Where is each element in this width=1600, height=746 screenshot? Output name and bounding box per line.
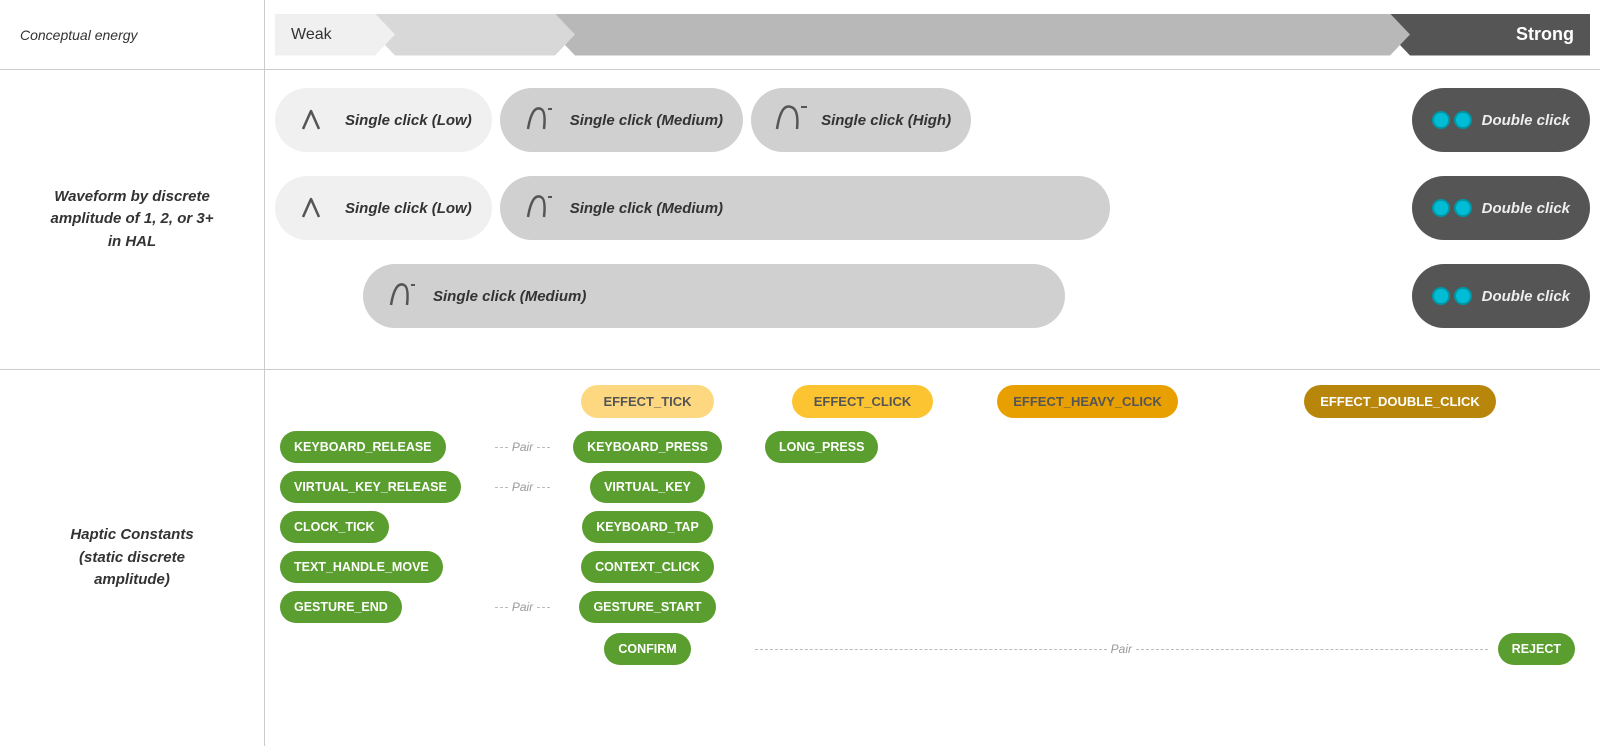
haptic-section: EFFECT_TICK EFFECT_CLICK EFFECT_HEAVY_CL… <box>265 370 1600 746</box>
virtual-key-btn[interactable]: VIRTUAL_KEY <box>590 471 705 503</box>
conceptual-energy-label: Conceptual energy <box>0 0 264 70</box>
single-click-low-pill-r1: Single click (Low) <box>275 88 492 152</box>
arrow-mid1 <box>375 14 575 56</box>
waveform-row-2: Single click (Low) Single click (Medium) <box>275 168 1590 248</box>
pair-label-1: Pair <box>512 440 533 454</box>
low-wave-icon-r2 <box>295 187 337 229</box>
effect-double-click-badge: EFFECT_DOUBLE_CLICK <box>1304 385 1496 418</box>
single-click-high-label: Single click (High) <box>821 112 951 129</box>
double-click-pill-r2: Double click <box>1412 176 1590 240</box>
arrow-bar-row: Weak Strong <box>265 0 1600 70</box>
keyboard-press-btn[interactable]: KEYBOARD_PRESS <box>573 431 722 463</box>
arrow-strong: Strong <box>1390 14 1590 56</box>
gesture-start-btn[interactable]: GESTURE_START <box>579 591 715 623</box>
single-click-medium-pill-r3: Single click (Medium) <box>363 264 1065 328</box>
medium-wave-icon-r1 <box>520 99 562 141</box>
low-wave-icon <box>295 99 337 141</box>
confirm-reject-row: CONFIRM Pair REJECT <box>280 633 1585 665</box>
virtual-key-row: VIRTUAL_KEY_RELEASE Pair VIRTUAL_KEY <box>280 471 1585 503</box>
single-click-medium-pill-r1: Single click (Medium) <box>500 88 743 152</box>
reject-btn[interactable]: REJECT <box>1498 633 1575 665</box>
gesture-row: GESTURE_END Pair GESTURE_START <box>280 591 1585 623</box>
virtual-key-release-btn[interactable]: VIRTUAL_KEY_RELEASE <box>280 471 461 503</box>
left-labels: Conceptual energy Waveform by discreteam… <box>0 0 265 746</box>
effect-click-badge: EFFECT_CLICK <box>792 385 934 418</box>
haptic-label: Haptic Constants(static discreteamplitud… <box>0 370 264 746</box>
single-click-medium-label-r3: Single click (Medium) <box>433 288 586 305</box>
clock-tick-row: CLOCK_TICK KEYBOARD_TAP <box>280 511 1585 543</box>
main-container: Conceptual energy Waveform by discreteam… <box>0 0 1600 746</box>
waveform-label: Waveform by discreteamplitude of 1, 2, o… <box>0 70 264 370</box>
effect-tick-badge: EFFECT_TICK <box>581 385 713 418</box>
medium-wave-icon-r3 <box>383 275 425 317</box>
arrow-weak: Weak <box>275 14 395 56</box>
text-handle-row: TEXT_HANDLE_MOVE CONTEXT_CLICK <box>280 551 1585 583</box>
single-click-medium-pill-r2: Single click (Medium) <box>500 176 1111 240</box>
teal-circle-3 <box>1432 199 1450 217</box>
waveform-section: Single click (Low) Single click (Medium) <box>265 70 1600 370</box>
double-click-pill-r1: Double click <box>1412 88 1590 152</box>
high-wave-icon <box>771 99 813 141</box>
medium-wave-icon-r2 <box>520 187 562 229</box>
teal-circle-4 <box>1454 199 1472 217</box>
pair-label-3: Pair <box>512 600 533 614</box>
teal-circle-2 <box>1454 111 1472 129</box>
context-click-btn[interactable]: CONTEXT_CLICK <box>581 551 714 583</box>
arrow-bar: Weak Strong <box>275 14 1590 56</box>
keyboard-tap-btn[interactable]: KEYBOARD_TAP <box>582 511 713 543</box>
double-click-label-r3: Double click <box>1482 288 1570 305</box>
double-click-icon-r2 <box>1432 199 1472 217</box>
teal-circle-1 <box>1432 111 1450 129</box>
gesture-end-btn[interactable]: GESTURE_END <box>280 591 402 623</box>
keyboard-row: KEYBOARD_RELEASE Pair KEYBOARD_PRESS <box>280 431 1585 463</box>
teal-circle-6 <box>1454 287 1472 305</box>
single-click-medium-label-r2: Single click (Medium) <box>570 200 723 217</box>
constants-rows: KEYBOARD_RELEASE Pair KEYBOARD_PRESS <box>280 431 1585 731</box>
double-click-label-r1: Double click <box>1482 112 1570 129</box>
single-click-low-label-r1: Single click (Low) <box>345 112 472 129</box>
effects-labels-row: EFFECT_TICK EFFECT_CLICK EFFECT_HEAVY_CL… <box>280 385 1585 418</box>
single-click-low-pill-r2: Single click (Low) <box>275 176 492 240</box>
pair-label-4: Pair <box>1111 642 1132 656</box>
keyboard-release-btn[interactable]: KEYBOARD_RELEASE <box>280 431 446 463</box>
confirm-btn[interactable]: CONFIRM <box>604 633 690 665</box>
single-click-low-label-r2: Single click (Low) <box>345 200 472 217</box>
double-click-icon-r3 <box>1432 287 1472 305</box>
effect-heavy-click-badge: EFFECT_HEAVY_CLICK <box>997 385 1178 418</box>
clock-tick-btn[interactable]: CLOCK_TICK <box>280 511 389 543</box>
double-click-label-r2: Double click <box>1482 200 1570 217</box>
arrow-mid2 <box>555 14 1410 56</box>
single-click-high-pill: Single click (High) <box>751 88 971 152</box>
content-area: Weak Strong Sing <box>265 0 1600 746</box>
waveform-row-3: Single click (Medium) Double click <box>275 256 1590 336</box>
pair-label-2: Pair <box>512 480 533 494</box>
long-press-btn[interactable]: LONG_PRESS <box>765 431 878 463</box>
single-click-medium-label-r1: Single click (Medium) <box>570 112 723 129</box>
waveform-row-1: Single click (Low) Single click (Medium) <box>275 80 1590 160</box>
teal-circle-5 <box>1432 287 1450 305</box>
text-handle-move-btn[interactable]: TEXT_HANDLE_MOVE <box>280 551 443 583</box>
double-click-icon-r1 <box>1432 111 1472 129</box>
double-click-pill-r3: Double click <box>1412 264 1590 328</box>
